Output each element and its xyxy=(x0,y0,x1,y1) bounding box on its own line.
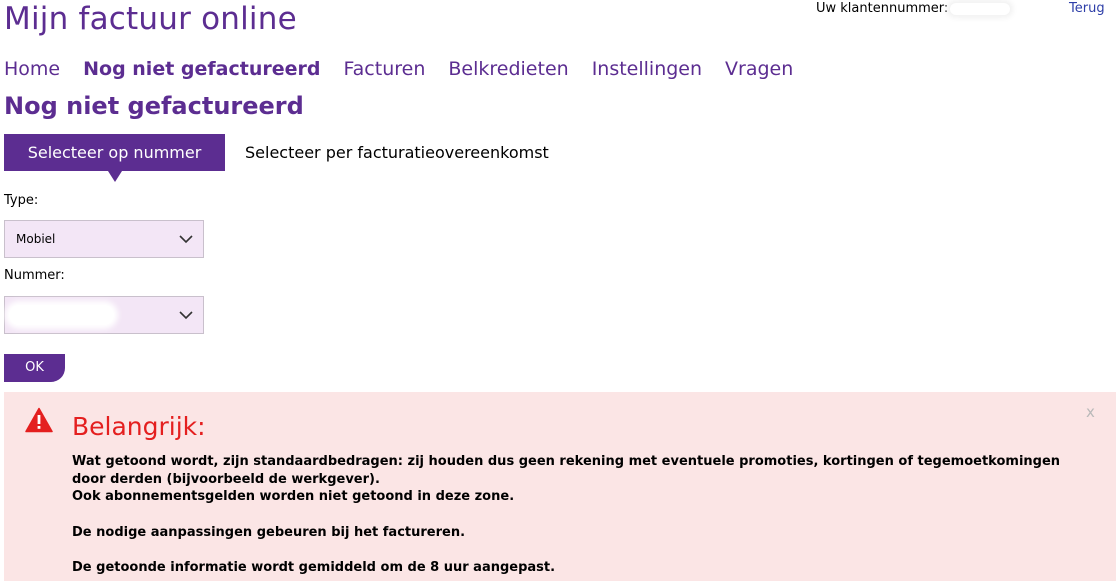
chevron-down-icon xyxy=(179,235,193,244)
number-label: Nummer: xyxy=(4,268,65,283)
nav-item-home[interactable]: Home xyxy=(4,56,60,82)
nav-item-instellingen[interactable]: Instellingen xyxy=(592,56,702,82)
alert-line-3: De nodige aanpassingen gebeuren bij het … xyxy=(72,524,466,540)
type-select[interactable]: Mobiel xyxy=(4,220,204,258)
nav-item-facturen[interactable]: Facturen xyxy=(343,56,425,82)
segment-select-by-agreement[interactable]: Selecteer per facturatieovereenkomst xyxy=(245,134,549,171)
alert-title: Belangrijk: xyxy=(72,412,206,441)
number-select[interactable] xyxy=(4,296,204,334)
back-link[interactable]: Terug xyxy=(1069,0,1105,17)
number-select-value-redacted xyxy=(9,305,114,325)
active-segment-pointer xyxy=(108,171,122,182)
customer-number-value-redacted xyxy=(950,2,1011,15)
ok-button[interactable]: OK xyxy=(4,354,65,382)
segment-select-by-number-label: Selecteer op nummer xyxy=(27,143,202,162)
customer-number: Uw klantennummer: xyxy=(816,0,1011,17)
nav-item-belkredieten[interactable]: Belkredieten xyxy=(448,56,568,82)
type-label: Type: xyxy=(4,193,39,208)
nav-item-vragen[interactable]: Vragen xyxy=(725,56,793,82)
alert-line-2: Ook abonnementsgelden worden niet getoon… xyxy=(72,489,515,504)
close-icon[interactable]: x xyxy=(1086,402,1095,422)
nav-item-nog-niet-gefactureerd[interactable]: Nog niet gefactureerd xyxy=(83,56,320,82)
customer-number-label: Uw klantennummer: xyxy=(816,1,949,16)
page: Mijn factuur online Uw klantennummer: Te… xyxy=(0,0,1116,581)
app-title: Mijn factuur online xyxy=(4,1,297,37)
page-title: Nog niet gefactureerd xyxy=(4,92,304,120)
warning-triangle-icon xyxy=(25,407,53,433)
alert-body: Wat getoond wordt, zijn standaardbedrage… xyxy=(72,453,1072,577)
main-nav: Home Nog niet gefactureerd Facturen Belk… xyxy=(4,56,816,82)
alert-line-4: De getoonde informatie wordt gemiddeld o… xyxy=(72,560,556,575)
chevron-down-icon xyxy=(179,311,193,320)
important-alert: Belangrijk: x Wat getoond wordt, zijn st… xyxy=(4,392,1116,581)
alert-line-1: Wat getoond wordt, zijn standaardbedrage… xyxy=(72,454,1061,487)
segment-select-by-number[interactable]: Selecteer op nummer xyxy=(4,134,225,182)
type-select-value: Mobiel xyxy=(16,232,56,246)
